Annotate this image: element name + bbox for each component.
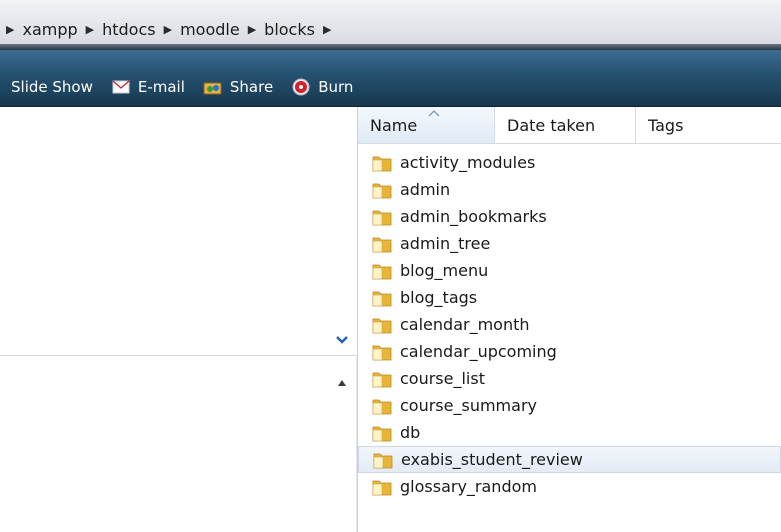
breadcrumb-item-xampp[interactable]: xampp (22, 20, 77, 39)
burn-label: Burn (318, 78, 354, 96)
folder-icon (372, 318, 392, 333)
burn-icon (291, 78, 311, 96)
email-button[interactable]: E-mail (111, 78, 185, 96)
column-label-date-taken: Date taken (507, 115, 596, 135)
command-toolbar: Slide Show E-mail Share Burn (0, 50, 781, 107)
column-header-name[interactable]: Name (358, 107, 495, 143)
folder-icon (372, 480, 392, 495)
folder-name: blog_menu (400, 261, 489, 280)
folder-name: db (400, 423, 421, 442)
chevron-down-icon[interactable] (335, 333, 349, 347)
breadcrumb-item-moodle[interactable]: moodle (180, 20, 240, 39)
list-item[interactable]: glossary_random (358, 473, 781, 500)
folder-icon (373, 453, 393, 468)
email-icon (111, 79, 131, 95)
list-item[interactable]: activity_modules (358, 149, 781, 176)
breadcrumb-chevron-icon[interactable]: ▶ (86, 23, 94, 36)
column-header-row: Name Date taken Tags (358, 107, 781, 144)
folder-name: course_summary (400, 396, 537, 415)
slide-show-button[interactable]: Slide Show (11, 78, 93, 96)
column-label-name: Name (370, 115, 418, 135)
folder-icon (372, 156, 392, 171)
breadcrumb: ▶ xampp ▶ htdocs ▶ moodle ▶ blocks ▶ (6, 18, 331, 40)
folder-name: course_list (400, 369, 485, 388)
folder-name: blog_tags (400, 288, 478, 307)
list-item[interactable]: course_list (358, 365, 781, 392)
folder-icon (372, 399, 392, 414)
list-item[interactable]: exabis_student_review (358, 446, 781, 473)
list-item[interactable]: calendar_month (358, 311, 781, 338)
folder-name: glossary_random (400, 477, 537, 496)
folder-icon (372, 210, 392, 225)
breadcrumb-item-htdocs[interactable]: htdocs (102, 20, 156, 39)
list-item[interactable]: blog_menu (358, 257, 781, 284)
navigation-pane (0, 107, 358, 532)
scroll-up-icon[interactable] (337, 379, 347, 387)
folder-icon (372, 345, 392, 360)
folder-name: calendar_month (400, 315, 530, 334)
folders-header[interactable] (0, 329, 357, 356)
address-bar[interactable]: ▶ xampp ▶ htdocs ▶ moodle ▶ blocks ▶ (0, 0, 781, 47)
slide-show-label: Slide Show (11, 78, 93, 96)
folder-name: activity_modules (400, 153, 536, 172)
share-label: Share (229, 78, 274, 96)
burn-button[interactable]: Burn (291, 78, 353, 96)
breadcrumb-item-blocks[interactable]: blocks (264, 20, 315, 39)
folder-icon (372, 264, 392, 279)
breadcrumb-chevron-icon[interactable]: ▶ (248, 23, 256, 36)
folder-icon (372, 291, 392, 306)
list-item[interactable]: db (358, 419, 781, 446)
list-item[interactable]: blog_tags (358, 284, 781, 311)
list-item[interactable]: course_summary (358, 392, 781, 419)
breadcrumb-chevron-icon[interactable]: ▶ (323, 23, 331, 36)
folder-name: admin_bookmarks (400, 207, 547, 226)
list-item[interactable]: admin_bookmarks (358, 203, 781, 230)
breadcrumb-chevron-icon[interactable]: ▶ (164, 23, 172, 36)
scrollbar[interactable] (356, 357, 357, 532)
folder-name: exabis_student_review (401, 450, 583, 469)
share-icon (203, 79, 223, 95)
folder-icon (372, 183, 392, 198)
list-item[interactable]: admin_tree (358, 230, 781, 257)
column-label-tags: Tags (648, 115, 684, 135)
list-item[interactable]: admin (358, 176, 781, 203)
column-header-date-taken[interactable]: Date taken (495, 107, 636, 143)
folder-name: admin_tree (400, 234, 491, 253)
folder-name: admin (400, 180, 451, 199)
share-button[interactable]: Share (203, 78, 273, 96)
folder-name: calendar_upcoming (400, 342, 557, 361)
file-list: Name Date taken Tags activity_modules ad… (358, 107, 781, 532)
email-label: E-mail (137, 78, 185, 96)
folder-icon (372, 237, 392, 252)
folder-rows: activity_modules admin admin_bookmarks a… (358, 149, 781, 500)
breadcrumb-chevron-icon[interactable]: ▶ (6, 23, 14, 36)
column-header-tags[interactable]: Tags (636, 107, 781, 143)
folder-icon (372, 426, 392, 441)
folder-icon (372, 372, 392, 387)
list-item[interactable]: calendar_upcoming (358, 338, 781, 365)
sort-ascending-icon (428, 110, 440, 117)
